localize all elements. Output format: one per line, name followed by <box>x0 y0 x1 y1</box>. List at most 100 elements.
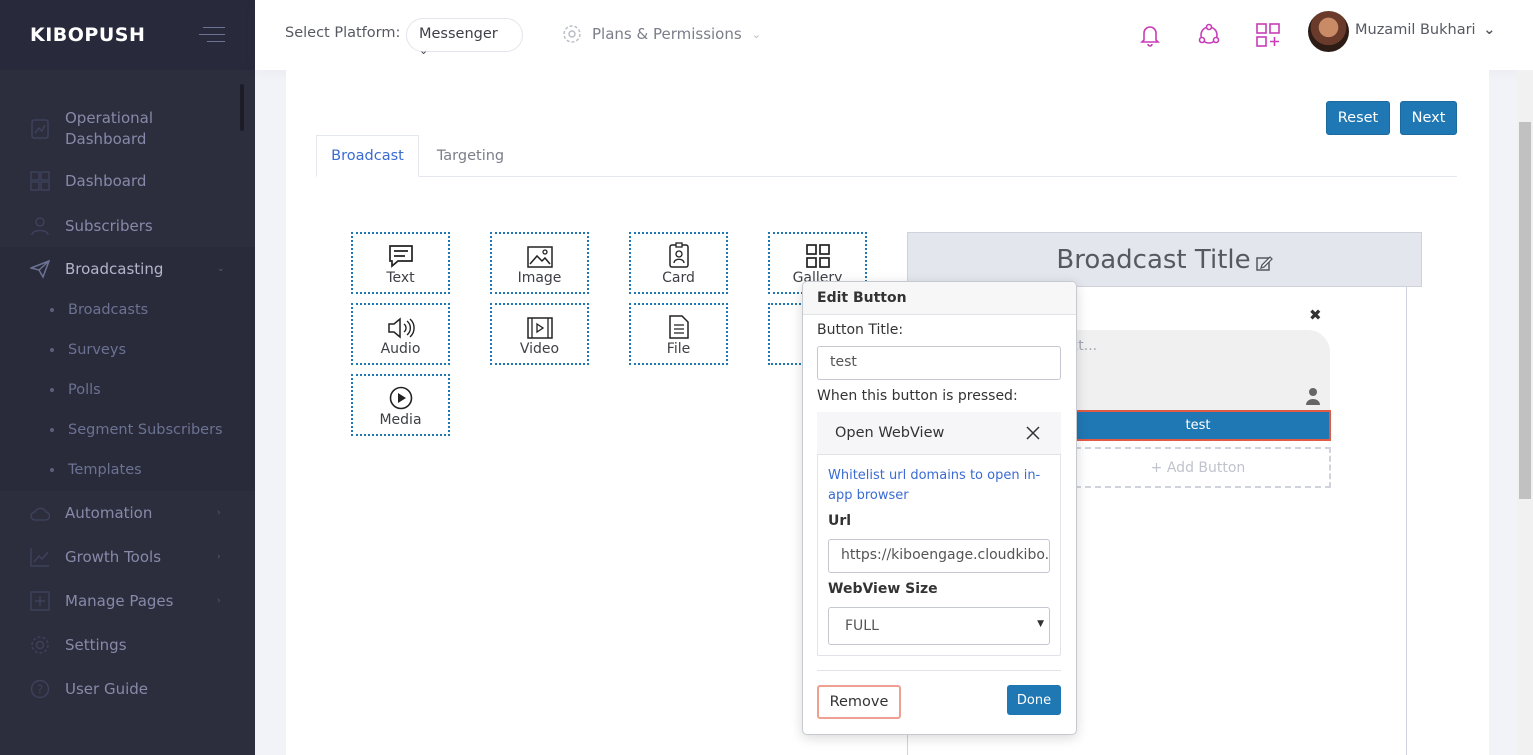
user-avatar[interactable] <box>1308 11 1349 52</box>
chat-icon <box>388 245 413 268</box>
card-icon <box>668 242 689 268</box>
sidebar: KIBOPUSH Operational Dashboard Dashboard… <box>0 0 255 755</box>
action-name: Open WebView <box>835 425 945 441</box>
select-platform-label: Select Platform: <box>285 25 401 41</box>
reset-button[interactable]: Reset <box>1326 101 1390 135</box>
chevron-right-icon: › <box>217 596 221 606</box>
user-name: Muzamil Bukhari <box>1355 22 1476 38</box>
component-video[interactable]: Video <box>490 303 589 365</box>
popover-divider <box>817 670 1061 671</box>
sidebar-item-user-guide[interactable]: ? User Guide <box>0 678 255 700</box>
sidebar-item-operational-dashboard[interactable]: Operational Dashboard <box>0 108 255 150</box>
add-button[interactable]: + Add Button <box>1065 447 1331 488</box>
add-page-icon <box>30 591 50 611</box>
apps-grid-icon[interactable] <box>1253 20 1283 50</box>
question-icon: ? <box>30 679 50 699</box>
sidebar-subitem-label: Segment Subscribers <box>68 422 223 438</box>
component-label: Audio <box>380 341 421 357</box>
sidebar-subitem-label: Templates <box>68 462 142 478</box>
sidebar-subitem-label: Broadcasts <box>68 302 149 318</box>
sidebar-subitem-surveys[interactable]: Surveys <box>50 342 126 358</box>
sidebar-item-label: Broadcasting <box>65 260 164 278</box>
bullet-icon <box>50 308 54 312</box>
webview-size-select[interactable]: FULL ▼ <box>828 607 1050 645</box>
gear-icon <box>562 24 582 44</box>
brand-logo[interactable]: KIBOPUSH <box>0 0 255 70</box>
chevron-down-icon: ⌄ <box>751 27 761 41</box>
file-icon <box>668 315 689 339</box>
plans-permissions-label: Plans & Permissions <box>592 25 742 43</box>
webview-size-value: FULL <box>845 618 879 634</box>
page-scrollbar-thumb[interactable] <box>1519 122 1531 499</box>
component-label: File <box>666 341 691 357</box>
close-icon[interactable] <box>1026 426 1040 440</box>
chevron-right-icon: › <box>217 552 221 562</box>
component-text[interactable]: Text <box>351 232 450 294</box>
share-nodes-icon[interactable] <box>1194 20 1224 50</box>
platform-select[interactable]: Messenger ⌄ <box>406 18 523 57</box>
preview-button-test[interactable]: test <box>1065 410 1331 441</box>
sidebar-item-growth-tools[interactable]: Growth Tools › <box>0 546 255 568</box>
sidebar-item-label: Dashboard <box>65 172 147 190</box>
bullet-icon <box>50 388 54 392</box>
tab-broadcast[interactable]: Broadcast <box>316 135 419 177</box>
button-pressed-label: When this button is pressed: <box>817 388 1018 404</box>
sidebar-subitem-templates[interactable]: Templates <box>50 462 142 478</box>
sidebar-item-settings[interactable]: Settings <box>0 634 255 656</box>
url-label: Url <box>828 513 852 529</box>
bullet-icon <box>50 428 54 432</box>
gallery-icon <box>805 244 830 268</box>
sidebar-subitem-broadcasts[interactable]: Broadcasts <box>50 302 148 318</box>
play-circle-icon <box>389 386 412 410</box>
action-header: Open WebView <box>817 412 1061 455</box>
chevron-down-icon: ⌄ <box>217 264 225 274</box>
button-title-input[interactable]: test <box>817 346 1061 380</box>
svg-text:?: ? <box>37 683 43 697</box>
chevron-down-icon: ⌄ <box>419 44 429 57</box>
bullet-icon <box>50 348 54 352</box>
component-label: Video <box>519 341 560 357</box>
component-media[interactable]: Media <box>351 374 450 436</box>
bell-icon[interactable] <box>1135 20 1165 50</box>
broadcast-title[interactable]: Broadcast Title <box>907 232 1422 287</box>
platform-select-value: Messenger <box>419 26 498 42</box>
sidebar-subitem-polls[interactable]: Polls <box>50 382 101 398</box>
next-button[interactable]: Next <box>1400 101 1457 135</box>
sidebar-subitem-segment-subscribers[interactable]: Segment Subscribers <box>50 422 223 438</box>
edit-icon[interactable] <box>1255 254 1273 272</box>
popover-header: Edit Button <box>803 282 1076 315</box>
dashboard-grid-icon <box>30 171 50 191</box>
user-icon <box>1306 388 1320 405</box>
component-label: Image <box>517 270 562 286</box>
whitelist-domains-link[interactable]: Whitelist url domains to open in-app bro… <box>828 466 1053 506</box>
chevron-right-icon: › <box>217 508 221 518</box>
user-menu[interactable]: Muzamil Bukhari ⌄ <box>1355 22 1495 38</box>
sidebar-item-label: Manage Pages <box>65 592 174 610</box>
sidebar-item-subscribers[interactable]: Subscribers <box>0 204 255 247</box>
sidebar-item-automation[interactable]: Automation › <box>0 502 255 524</box>
sidebar-item-label: Automation <box>65 504 153 522</box>
button-title-label: Button Title: <box>817 322 904 338</box>
text-message-bubble[interactable] <box>1065 330 1330 412</box>
component-file[interactable]: File <box>629 303 728 365</box>
sidebar-item-label: User Guide <box>65 680 149 698</box>
remove-button[interactable]: Remove <box>817 685 901 719</box>
cloud-icon <box>30 503 50 523</box>
component-card[interactable]: Card <box>629 232 728 294</box>
hamburger-menu-icon[interactable] <box>199 27 225 43</box>
sidebar-item-dashboard[interactable]: Dashboard <box>0 170 255 192</box>
done-button[interactable]: Done <box>1007 685 1061 715</box>
image-icon <box>526 246 553 268</box>
sidebar-item-label: Operational <box>65 109 154 127</box>
sidebar-item-broadcasting[interactable]: Broadcasting ⌄ <box>0 247 255 291</box>
component-label: Text <box>386 270 415 286</box>
sidebar-subitem-label: Surveys <box>68 342 126 358</box>
url-input[interactable]: https://kiboengage.cloudkibo.co <box>828 539 1050 573</box>
sidebar-item-manage-pages[interactable]: Manage Pages › <box>0 590 255 612</box>
tab-targeting[interactable]: Targeting <box>419 135 522 177</box>
plans-permissions-menu[interactable]: Plans & Permissions ⌄ <box>562 24 761 44</box>
close-icon[interactable]: ✖ <box>1309 306 1322 324</box>
sidebar-item-label: Dashboard <box>65 130 147 148</box>
component-audio[interactable]: Audio <box>351 303 450 365</box>
component-image[interactable]: Image <box>490 232 589 294</box>
